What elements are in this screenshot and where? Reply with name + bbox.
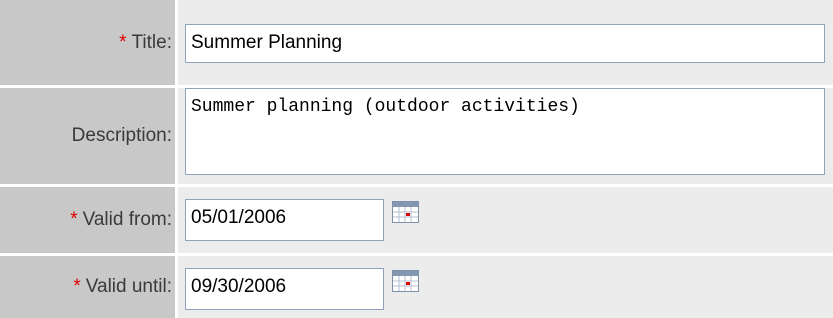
description-textarea[interactable]: Summer planning (outdoor activities) (185, 88, 825, 175)
title-label-cell: * Title: (0, 0, 175, 85)
calendar-icon[interactable] (392, 270, 419, 292)
valid-from-label-cell: * Valid from: (0, 187, 175, 253)
title-label: Title: (131, 31, 172, 53)
valid-from-value-cell: 05/01/2006 (178, 187, 833, 253)
description-label-cell: Description: (0, 88, 175, 184)
required-marker: * (119, 31, 127, 53)
valid-until-row: * Valid until: 09/30/2006 (0, 256, 833, 318)
valid-from-row: * Valid from: 05/01/2006 (0, 187, 833, 253)
valid-until-label: Valid until: (85, 276, 172, 297)
valid-until-input[interactable]: 09/30/2006 (185, 268, 384, 310)
description-label: Description: (71, 125, 172, 146)
valid-until-value-cell: 09/30/2006 (178, 256, 833, 318)
valid-from-input[interactable]: 05/01/2006 (185, 199, 384, 241)
valid-from-label: Valid from: (82, 209, 172, 230)
description-value-cell: Summer planning (outdoor activities) (178, 88, 833, 184)
required-marker: * (73, 276, 81, 297)
title-value-cell: Summer Planning (178, 0, 833, 85)
valid-until-label-cell: * Valid until: (0, 256, 175, 318)
title-row: * Title: Summer Planning (0, 0, 833, 85)
required-marker: * (70, 209, 78, 230)
description-row: Description: Summer planning (outdoor ac… (0, 88, 833, 184)
calendar-icon[interactable] (392, 201, 419, 223)
title-input[interactable]: Summer Planning (185, 24, 825, 63)
event-form: * Title: Summer Planning Description: Su… (0, 0, 833, 318)
